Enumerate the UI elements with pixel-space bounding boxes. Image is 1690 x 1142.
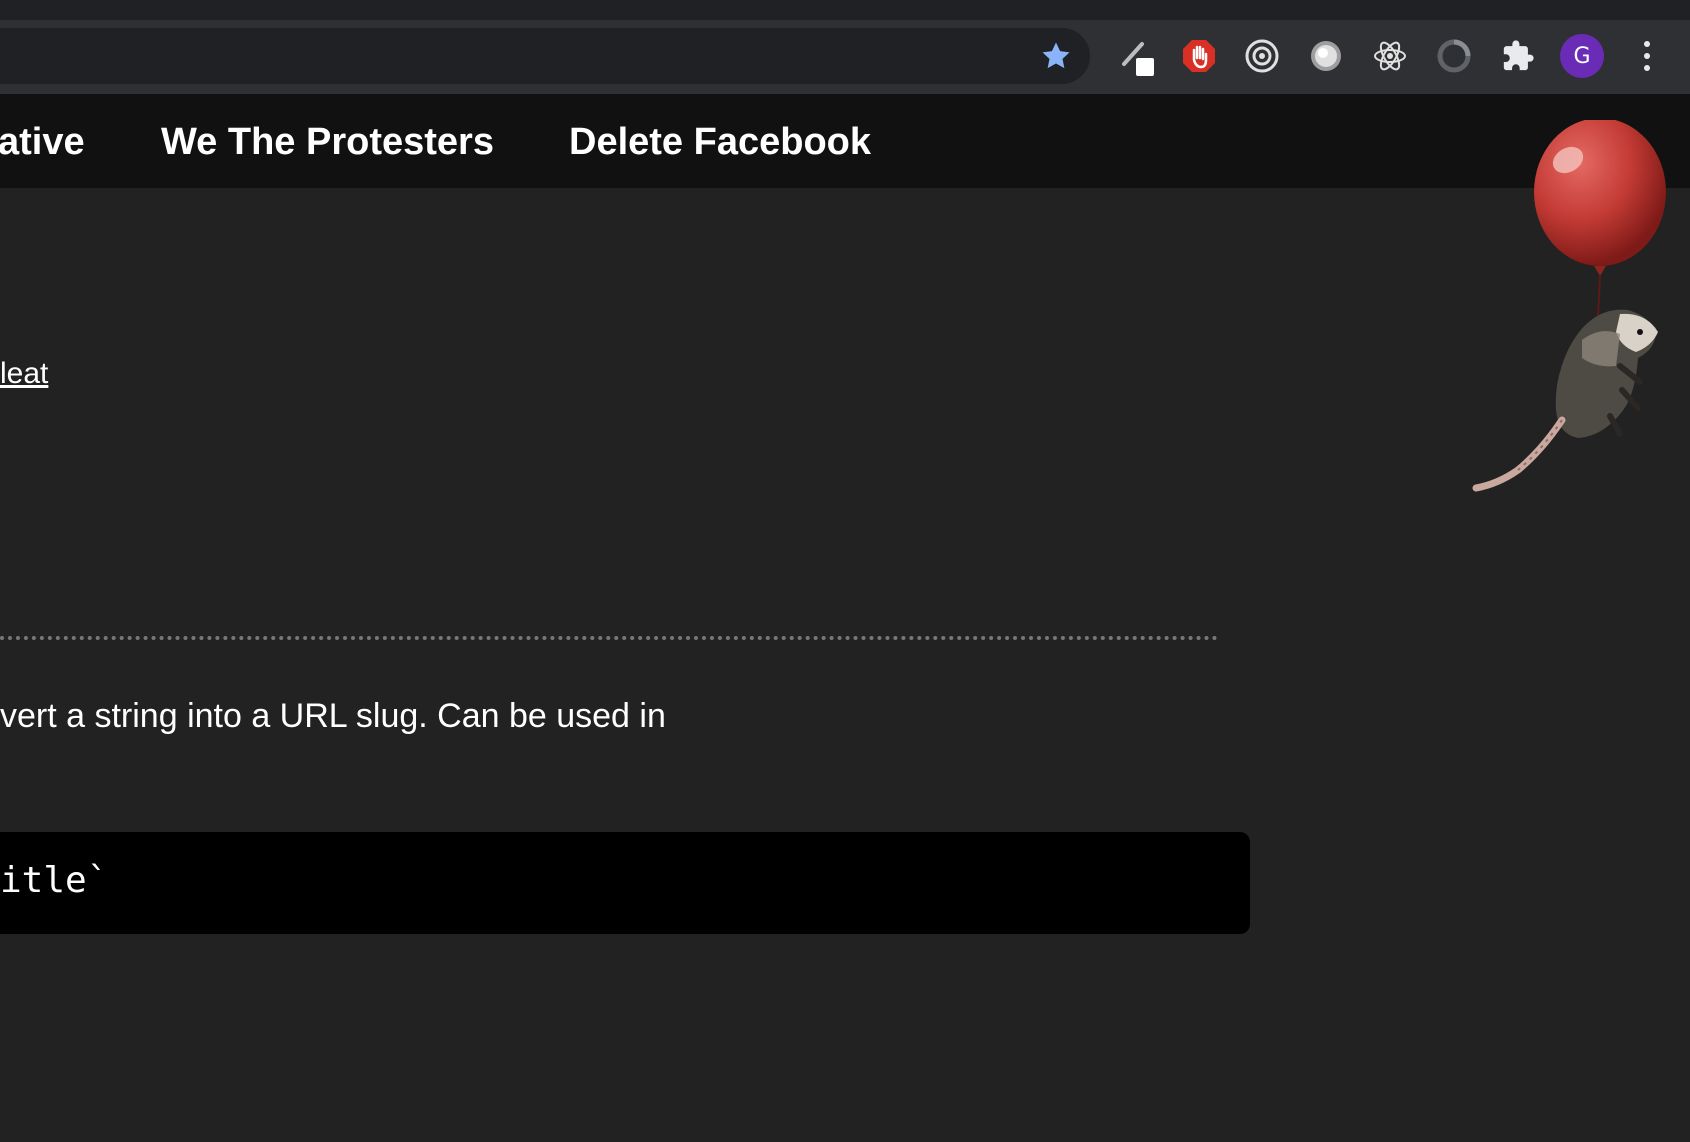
nav-item-we-the-protesters[interactable]: We The Protesters [161, 116, 494, 168]
hand-stop-extension-icon[interactable] [1177, 34, 1221, 78]
circle-extension-icon[interactable] [1304, 34, 1348, 78]
target-extension-icon[interactable] [1240, 34, 1284, 78]
opossum-with-red-balloon-icon [1470, 118, 1680, 500]
code-text: itle` [0, 860, 109, 901]
content-link[interactable]: leat [0, 354, 48, 394]
description-paragraph: vert a string into a URL slug. Can be us… [0, 697, 666, 735]
nav-item-delete-facebook[interactable]: Delete Facebook [569, 116, 871, 168]
browser-tab-strip [0, 0, 1690, 20]
avatar-initial: G [1573, 43, 1591, 69]
puzzle-extensions-icon[interactable] [1496, 34, 1540, 78]
nav-item-alternative[interactable]: ative [0, 116, 85, 168]
react-atom-extension-icon[interactable] [1368, 34, 1412, 78]
star-icon [1042, 42, 1070, 69]
pencil-extension-icon[interactable] [1116, 34, 1160, 78]
browser-menu-icon[interactable] [1632, 34, 1662, 78]
profile-avatar[interactable]: G [1560, 34, 1604, 78]
section-divider [0, 636, 1218, 640]
loading-ring-extension-icon[interactable] [1432, 34, 1476, 78]
address-bar[interactable] [0, 28, 1090, 84]
code-block: itle` [0, 832, 1250, 934]
bookmark-star-icon[interactable] [1036, 36, 1076, 76]
